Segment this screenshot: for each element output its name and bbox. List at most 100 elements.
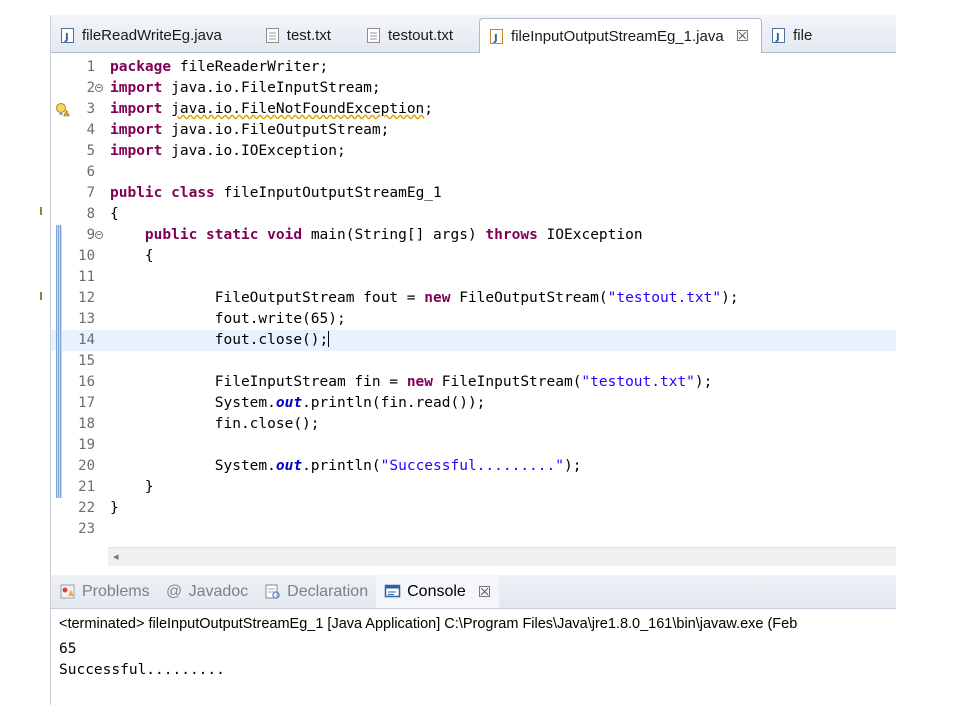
code-text: { [110, 246, 154, 267]
java-file-icon: J [490, 28, 504, 44]
keyword-token: import [110, 101, 163, 117]
code-token: IOException [537, 227, 643, 243]
code-line[interactable]: 11 [51, 267, 896, 288]
code-line[interactable]: 3 import java.io.FileNotFoundException; [51, 99, 896, 120]
code-token: fileReaderWriter; [171, 59, 329, 75]
code-line[interactable]: 20 System.out.println("Successful.......… [51, 456, 896, 477]
code-line[interactable]: 1 package fileReaderWriter; [51, 57, 896, 78]
close-tab-icon[interactable]: ☒ [736, 27, 749, 45]
warning-lightbulb-icon[interactable] [55, 102, 70, 117]
code-line[interactable]: 6 [51, 162, 896, 183]
code-line[interactable]: 22} [51, 498, 896, 519]
tab-label: Problems [82, 582, 150, 600]
code-text: FileInputStream fin = new FileInputStrea… [110, 372, 713, 393]
line-number: 23 [78, 521, 95, 537]
tab-file-overflow[interactable]: J file [762, 19, 812, 52]
code-line[interactable]: 14 fout.close(); [51, 330, 896, 351]
console-output[interactable]: <terminated> fileInputOutputStreamEg_1 [… [51, 609, 896, 705]
tab-fileInputOutputStreamEg_1[interactable]: J fileInputOutputStreamEg_1.java ☒ [479, 18, 763, 53]
code-token: java.io.FileInputStream; [162, 80, 381, 96]
line-number: 12 [78, 290, 95, 306]
tab-label: Declaration [287, 582, 369, 600]
code-line[interactable]: 23 [51, 519, 896, 540]
code-text: import java.io.FileInputStream; [110, 78, 381, 99]
java-file-icon: J [772, 28, 786, 43]
keyword-token: static [206, 227, 259, 243]
code-line[interactable]: 2 import java.io.FileInputStream; [51, 78, 896, 99]
code-text: FileOutputStream fout = new FileOutputSt… [110, 288, 739, 309]
close-console-icon[interactable]: ☒ [478, 583, 491, 601]
keyword-token: void [267, 227, 303, 243]
code-line[interactable]: 7 public class fileInputOutputStreamEg_1 [51, 183, 896, 204]
keyword-token: import [110, 80, 163, 96]
code-editor[interactable]: 1 package fileReaderWriter; 2 import java.i… [51, 53, 896, 547]
scroll-left-icon[interactable]: ◂ [113, 550, 119, 563]
string-token: "Successful........." [380, 458, 564, 474]
code-line[interactable]: 9 public static void main(String[] args)… [51, 225, 896, 246]
line-number: 14 [78, 332, 95, 348]
tab-console[interactable]: Console ☒ [376, 575, 500, 608]
tab-fileReadWriteEg[interactable]: J fileReadWriteEg.java [51, 19, 234, 52]
code-token: fout.close(); [110, 332, 329, 348]
tab-test-txt[interactable]: test.txt [256, 19, 343, 52]
java-file-icon: J [61, 28, 74, 43]
code-line[interactable]: 12 FileOutputStream fout = new FileOutpu… [51, 288, 896, 309]
change-ruler-marker [56, 372, 62, 393]
code-text: System.out.println("Successful........."… [110, 456, 582, 477]
svg-text:J: J [64, 32, 69, 43]
code-line[interactable]: 18 fin.close(); [51, 414, 896, 435]
line-number: 1 [86, 59, 95, 75]
line-number: 7 [86, 185, 95, 201]
code-token: java.io.FileNotFoundException [171, 101, 425, 117]
tab-label: Javadoc [188, 582, 249, 600]
change-ruler-marker [56, 246, 62, 267]
console-status-line: <terminated> fileInputOutputStreamEg_1 [… [59, 616, 798, 632]
code-text: public class fileInputOutputStreamEg_1 [110, 183, 442, 204]
line-number: 10 [78, 248, 95, 264]
change-ruler-marker [56, 351, 62, 372]
keyword-token: throws [485, 227, 538, 243]
tab-javadoc[interactable]: @ Javadoc [158, 575, 257, 608]
code-token: FileInputStream fin = [110, 374, 407, 390]
code-line[interactable]: 16 FileInputStream fin = new FileInputSt… [51, 372, 896, 393]
tab-problems[interactable]: Problems [51, 575, 158, 608]
line-number: 8 [86, 206, 95, 222]
code-token: .println( [302, 458, 381, 474]
change-ruler-marker [56, 414, 62, 435]
code-line[interactable]: 8{ [51, 204, 896, 225]
change-ruler-marker [56, 309, 62, 330]
code-line[interactable]: 4 import java.io.FileOutputStream; [51, 120, 896, 141]
code-line[interactable]: 15 [51, 351, 896, 372]
tab-label: Console [407, 582, 466, 600]
code-line[interactable]: 19 [51, 435, 896, 456]
code-line[interactable]: 17 System.out.println(fin.read()); [51, 393, 896, 414]
editor-tab-bar: J fileReadWriteEg.java test.txt testout.… [51, 15, 896, 53]
code-token: fileInputOutputStreamEg_1 [214, 185, 442, 201]
code-token: ); [694, 374, 713, 390]
code-text: import java.io.FileNotFoundException; [110, 99, 433, 120]
tab-label: fileInputOutputStreamEg_1.java [511, 27, 724, 45]
line-number: 16 [78, 374, 95, 390]
horizontal-scrollbar[interactable]: ◂ [108, 547, 896, 566]
text-caret [328, 331, 330, 347]
fold-collapse-icon[interactable] [95, 84, 103, 92]
change-ruler-marker [56, 330, 62, 351]
code-text: fin.close(); [110, 414, 320, 435]
code-token: FileInputStream( [433, 374, 582, 390]
fold-collapse-icon[interactable] [95, 231, 103, 239]
edge-mark [40, 292, 42, 300]
keyword-token: import [110, 122, 163, 138]
tab-declaration[interactable]: Declaration [256, 575, 376, 608]
code-line[interactable]: 21 } [51, 477, 896, 498]
code-line[interactable]: 5 import java.io.IOException; [51, 141, 896, 162]
keyword-token: import [110, 143, 163, 159]
code-line[interactable]: 10 { [51, 246, 896, 267]
tab-testout-txt[interactable]: testout.txt [357, 19, 465, 52]
line-number: 20 [78, 458, 95, 474]
code-text: package fileReaderWriter; [110, 57, 328, 78]
svg-text:J: J [775, 32, 780, 43]
code-line[interactable]: 13 fout.write(65); [51, 309, 896, 330]
